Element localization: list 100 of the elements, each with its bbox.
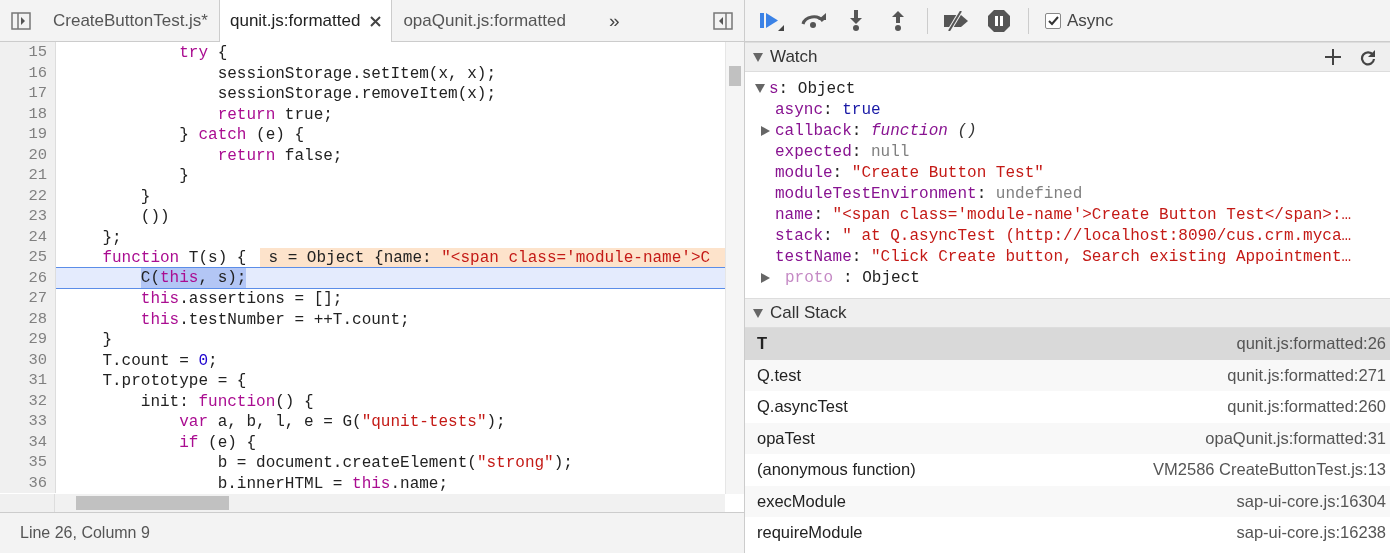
step-out-icon bbox=[891, 9, 905, 32]
property-name: name bbox=[775, 205, 814, 224]
property-name: callback bbox=[775, 121, 852, 140]
line-number: 17 bbox=[0, 83, 56, 104]
code-line: } catch (e) { bbox=[178, 125, 305, 144]
pause-octagon-icon bbox=[987, 8, 1011, 33]
section-title: Call Stack bbox=[770, 303, 847, 323]
file-tab[interactable]: qunit.js:formatted bbox=[218, 0, 393, 42]
function-name: execModule bbox=[757, 491, 846, 511]
call-stack-frame[interactable]: T qunit.js:formatted:26 bbox=[745, 328, 1390, 360]
selected-code: C(this, s); bbox=[140, 267, 247, 288]
more-tabs-button[interactable]: » bbox=[594, 0, 634, 41]
code-line: T.count = 0; bbox=[101, 350, 218, 369]
function-name: Q.test bbox=[757, 365, 801, 385]
code-line: sessionStorage.removeItem(x); bbox=[216, 84, 497, 103]
code-line: return false; bbox=[216, 145, 343, 164]
property-value: "Create Button Test" bbox=[851, 163, 1044, 182]
checkmark-icon bbox=[1047, 15, 1059, 26]
sidebar-toggle-icon bbox=[11, 11, 31, 30]
property-value: "Click Create button, Search existing Appointment… bbox=[871, 247, 1352, 266]
colon: : bbox=[832, 163, 843, 182]
function-name: T bbox=[757, 334, 768, 354]
inline-value-tooltip: s = Object {name: "<span class='module-name'>C bbox=[260, 248, 725, 267]
expanded-triangle-icon[interactable] bbox=[753, 52, 763, 62]
source-location: qunit.js:formatted:260 bbox=[1227, 397, 1386, 417]
step-over-icon bbox=[800, 11, 828, 30]
property-value: Object bbox=[862, 268, 920, 287]
async-label: Async bbox=[1067, 10, 1114, 31]
function-name: Q.asyncTest bbox=[757, 397, 848, 417]
call-stack-frame[interactable]: execModule sap-ui-core.js:16304 bbox=[745, 485, 1390, 517]
code-line: var a, b, l, e = G("qunit-tests"); bbox=[178, 412, 506, 431]
property-name: s bbox=[769, 79, 779, 98]
function-name: opaTest bbox=[757, 428, 815, 448]
colon: : bbox=[851, 142, 862, 161]
line-number: 26 bbox=[0, 267, 56, 288]
call-stack-frame[interactable]: Q.test qunit.js:formatted:271 bbox=[745, 359, 1390, 391]
function-signature: () bbox=[957, 121, 977, 140]
function-name: (anonymous function) bbox=[757, 460, 916, 480]
collapsed-triangle-icon[interactable] bbox=[761, 125, 770, 136]
source-location: qunit.js:formatted:271 bbox=[1227, 365, 1386, 385]
vertical-scrollbar[interactable] bbox=[725, 42, 744, 494]
line-number: 33 bbox=[0, 411, 56, 432]
line-number: 34 bbox=[0, 431, 56, 452]
source-location: sap-ui-core.js:16238 bbox=[1236, 523, 1386, 543]
line-number: 24 bbox=[0, 226, 56, 247]
line-number: 30 bbox=[0, 349, 56, 370]
source-location: sap-ui-core.js:16304 bbox=[1236, 491, 1386, 511]
plus-icon bbox=[1325, 49, 1341, 65]
line-number: 25 bbox=[0, 247, 56, 268]
property-value: undefined bbox=[995, 184, 1083, 203]
property-name: proto bbox=[785, 268, 833, 287]
property-name: async bbox=[775, 100, 823, 119]
horizontal-scrollbar[interactable] bbox=[55, 494, 725, 512]
line-number: 32 bbox=[0, 390, 56, 411]
line-number: 36 bbox=[0, 472, 56, 493]
cursor-position: Line 26, Column 9 bbox=[0, 512, 744, 553]
property-name: testName bbox=[775, 247, 852, 266]
code-line: function T(s) { bbox=[101, 248, 247, 267]
colon: : bbox=[843, 268, 853, 287]
property-value: null bbox=[871, 142, 910, 161]
call-stack-frame[interactable]: opaTest opaQunit.js:formatted:31 bbox=[745, 422, 1390, 454]
close-icon[interactable] bbox=[370, 15, 382, 27]
code-line: b = document.createElement("strong"); bbox=[216, 453, 573, 472]
code-line: try { bbox=[178, 43, 228, 62]
section-header[interactable]: Call Stack bbox=[745, 298, 1390, 328]
line-number: 29 bbox=[0, 329, 56, 350]
section-title: Watch bbox=[770, 47, 818, 67]
code-line: return true; bbox=[216, 104, 333, 123]
code-line: } bbox=[139, 186, 151, 205]
code-line: sessionStorage.setItem(x, x); bbox=[216, 63, 497, 82]
line-number: 31 bbox=[0, 370, 56, 391]
collapsed-triangle-icon[interactable] bbox=[761, 272, 770, 283]
colon: : bbox=[851, 121, 862, 140]
line-number: 20 bbox=[0, 144, 56, 165]
line-number: 15 bbox=[0, 42, 56, 63]
expanded-triangle-icon[interactable] bbox=[755, 84, 765, 93]
step-into-icon bbox=[849, 9, 863, 32]
file-tab[interactable]: CreateButtonTest.js* bbox=[42, 0, 219, 41]
file-tab[interactable]: opaQunit.js:formatted bbox=[392, 0, 577, 41]
property-value: "<span class='module-name'>Create Button Test</span>:… bbox=[832, 205, 1352, 224]
colon: : bbox=[813, 205, 823, 224]
async-checkbox[interactable]: Async bbox=[1045, 10, 1114, 31]
code-line: } bbox=[178, 166, 189, 185]
code-line: b.innerHTML = this.name; bbox=[216, 473, 449, 492]
line-number: 16 bbox=[0, 62, 56, 83]
property-name: moduleTestEnvironment bbox=[775, 184, 977, 203]
expanded-triangle-icon[interactable] bbox=[753, 308, 763, 318]
function-name: requireModule bbox=[757, 523, 863, 543]
code-line: ()) bbox=[139, 207, 170, 226]
code-line: } bbox=[101, 330, 112, 349]
sidebar-toggle-icon bbox=[713, 11, 733, 30]
colon: : bbox=[976, 184, 987, 203]
colon: : bbox=[778, 79, 789, 98]
section-header[interactable]: Watch bbox=[745, 42, 1390, 72]
property-name: stack bbox=[775, 226, 823, 245]
colon: : bbox=[851, 247, 862, 266]
code-line: }; bbox=[101, 227, 122, 246]
line-number: 19 bbox=[0, 124, 56, 145]
colon: : bbox=[823, 226, 833, 245]
code-line: init: function() { bbox=[139, 391, 314, 410]
